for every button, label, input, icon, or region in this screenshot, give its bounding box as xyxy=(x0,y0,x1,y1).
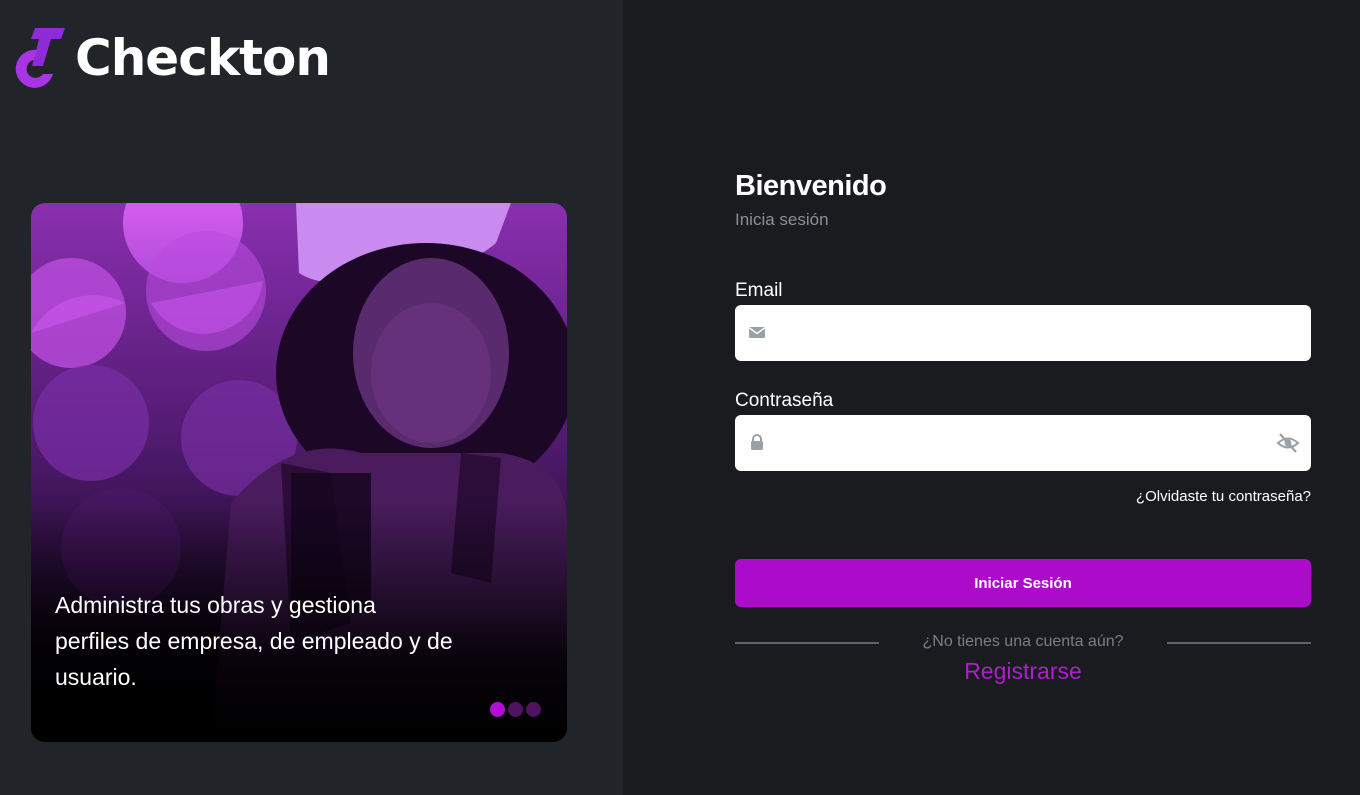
left-panel: Checkton Administra tus obras y gestiona… xyxy=(0,0,623,795)
hero-carousel: Administra tus obras y gestiona perfiles… xyxy=(31,203,567,742)
brand-logo[interactable]: Checkton xyxy=(13,26,331,90)
email-label: Email xyxy=(735,280,783,301)
envelope-icon xyxy=(749,327,765,338)
checkton-logo-icon xyxy=(15,28,65,88)
carousel-dot-2[interactable] xyxy=(508,702,523,717)
login-panel: Bienvenido Inicia sesión Email Contraseñ… xyxy=(623,0,1360,795)
brand-name: Checkton xyxy=(75,29,331,87)
eye-slash-icon[interactable] xyxy=(1276,431,1300,455)
no-account-text: ¿No tienes una cuenta aún? xyxy=(922,633,1124,650)
page-title: Bienvenido xyxy=(735,170,887,202)
password-field[interactable] xyxy=(735,415,1311,471)
forgot-password-link[interactable]: ¿Olvidaste tu contraseña? xyxy=(1136,488,1311,505)
email-field[interactable] xyxy=(735,305,1311,361)
carousel-indicators xyxy=(490,702,541,717)
email-input[interactable] xyxy=(735,305,1311,361)
login-button[interactable]: Iniciar Sesión xyxy=(735,559,1311,607)
lock-icon xyxy=(751,434,763,450)
hero-caption: Administra tus obras y gestiona perfiles… xyxy=(55,592,453,690)
password-input[interactable] xyxy=(735,415,1311,471)
carousel-dot-3[interactable] xyxy=(526,702,541,717)
page-subtitle: Inicia sesión xyxy=(735,210,829,229)
password-label: Contraseña xyxy=(735,390,834,411)
register-link[interactable]: Registrarse xyxy=(735,658,1311,685)
carousel-dot-1[interactable] xyxy=(490,702,505,717)
